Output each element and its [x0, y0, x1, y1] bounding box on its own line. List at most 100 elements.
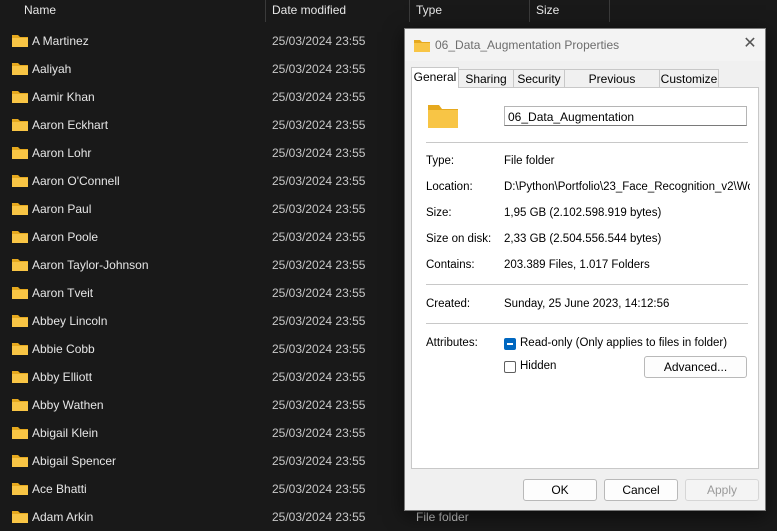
list-item-name: Aaron Poole — [32, 230, 99, 244]
column-header-type[interactable]: Type — [416, 3, 442, 17]
tab-sharing[interactable]: Sharing — [458, 69, 514, 88]
folder-icon — [12, 371, 28, 383]
apply-button[interactable]: Apply — [685, 479, 759, 501]
folder-icon — [12, 63, 28, 75]
folder-icon — [12, 147, 28, 159]
hidden-checkbox[interactable] — [504, 361, 516, 373]
list-item-type: File folder — [416, 510, 469, 524]
location-value: D:\Python\Portfolio\23_Face_Recognition_… — [504, 181, 750, 193]
list-item-name: Abbey Lincoln — [32, 314, 108, 328]
advanced-button[interactable]: Advanced... — [644, 356, 747, 378]
list-item-date: 25/03/2024 23:55 — [272, 342, 366, 356]
folder-icon — [12, 203, 28, 215]
folder-large-icon — [428, 105, 458, 128]
list-item-name: Ace Bhatti — [32, 482, 87, 496]
column-header-name[interactable]: Name — [24, 3, 56, 17]
list-item-date: 25/03/2024 23:55 — [272, 62, 366, 76]
folder-icon — [12, 231, 28, 243]
list-item-date: 25/03/2024 23:55 — [272, 202, 366, 216]
close-icon[interactable]: ✕ — [740, 34, 760, 54]
folder-icon — [12, 287, 28, 299]
list-item-name: Aaron Taylor-Johnson — [32, 258, 149, 272]
list-item-name: Aaron Lohr — [32, 146, 92, 160]
list-item-date: 25/03/2024 23:55 — [272, 146, 366, 160]
size-on-disk-label: Size on disk: — [426, 233, 492, 245]
column-divider[interactable] — [265, 0, 266, 22]
tab-strip: General Sharing Security Previous Versio… — [411, 67, 761, 104]
folder-icon — [12, 427, 28, 439]
created-label: Created: — [426, 298, 471, 310]
divider — [426, 323, 748, 324]
list-item-name: Abby Wathen — [32, 398, 104, 412]
general-panel: 06_Data_Augmentation Type: File folder L… — [411, 87, 759, 469]
folder-icon — [12, 119, 28, 131]
list-item-date: 25/03/2024 23:55 — [272, 398, 366, 412]
folder-icon — [12, 35, 28, 47]
folder-icon — [12, 91, 28, 103]
contains-label: Contains: — [426, 259, 475, 271]
tab-previous-versions[interactable]: Previous Versions — [564, 69, 660, 104]
size-value: 1,95 GB (2.102.598.919 bytes) — [504, 207, 662, 219]
location-label: Location: — [426, 181, 473, 193]
properties-dialog: 06_Data_Augmentation Properties ✕ Genera… — [404, 28, 766, 511]
list-item-date: 25/03/2024 23:55 — [272, 286, 366, 300]
column-divider[interactable] — [609, 0, 610, 22]
list-item-date: 25/03/2024 23:55 — [272, 510, 366, 524]
folder-name-field[interactable]: 06_Data_Augmentation — [504, 106, 747, 126]
type-value: File folder — [504, 155, 555, 167]
tab-general[interactable]: General — [411, 67, 459, 88]
column-divider[interactable] — [529, 0, 530, 22]
folder-icon — [12, 315, 28, 327]
folder-icon — [12, 259, 28, 271]
folder-icon — [12, 483, 28, 495]
list-item-date: 25/03/2024 23:55 — [272, 34, 366, 48]
column-header-bar: Name Date modified Type Size — [0, 0, 777, 22]
list-item-date: 25/03/2024 23:55 — [272, 370, 366, 384]
list-item-name: Abbie Cobb — [32, 342, 95, 356]
list-item-name: Aaron O'Connell — [32, 174, 120, 188]
column-divider[interactable] — [409, 0, 410, 22]
list-item-date: 25/03/2024 23:55 — [272, 258, 366, 272]
list-item-date: 25/03/2024 23:55 — [272, 426, 366, 440]
type-label: Type: — [426, 155, 455, 167]
list-item-date: 25/03/2024 23:55 — [272, 314, 366, 328]
list-item-name: A Martinez — [32, 34, 89, 48]
folder-icon — [12, 511, 28, 523]
tab-security[interactable]: Security — [513, 69, 565, 88]
folder-icon — [12, 343, 28, 355]
list-item-name: Abigail Klein — [32, 426, 99, 440]
folder-icon — [414, 40, 430, 52]
list-item-date: 25/03/2024 23:55 — [272, 230, 366, 244]
list-item-name: Abigail Spencer — [32, 454, 117, 468]
list-item-date: 25/03/2024 23:55 — [272, 454, 366, 468]
folder-icon — [12, 455, 28, 467]
list-item-date: 25/03/2024 23:55 — [272, 174, 366, 188]
list-item-name: Aaron Tveit — [32, 286, 94, 300]
list-item-name: Aaron Paul — [32, 202, 92, 216]
list-item-name: Aaron Eckhart — [32, 118, 109, 132]
list-item-name: Adam Arkin — [32, 510, 94, 524]
readonly-label[interactable]: Read-only (Only applies to files in fold… — [520, 337, 727, 349]
column-header-date[interactable]: Date modified — [272, 3, 346, 17]
contains-value: 203.389 Files, 1.017 Folders — [504, 259, 650, 271]
hidden-label[interactable]: Hidden — [520, 360, 556, 372]
list-item-name: Abby Elliott — [32, 370, 93, 384]
cancel-button[interactable]: Cancel — [604, 479, 678, 501]
list-item-date: 25/03/2024 23:55 — [272, 118, 366, 132]
ok-button[interactable]: OK — [523, 479, 597, 501]
attributes-label: Attributes: — [426, 337, 478, 349]
list-item-name: Aamir Khan — [32, 90, 95, 104]
column-header-size[interactable]: Size — [536, 3, 559, 17]
list-item-date: 25/03/2024 23:55 — [272, 482, 366, 496]
dialog-title: 06_Data_Augmentation Properties — [435, 38, 620, 52]
list-item-name: Aaliyah — [32, 62, 72, 76]
folder-icon — [12, 399, 28, 411]
size-on-disk-value: 2,33 GB (2.504.556.544 bytes) — [504, 233, 662, 245]
created-value: Sunday, 25 June 2023, 14:12:56 — [504, 298, 670, 310]
readonly-checkbox[interactable] — [504, 338, 516, 350]
folder-icon — [12, 175, 28, 187]
divider — [426, 284, 748, 285]
tab-customize[interactable]: Customize — [659, 69, 719, 88]
divider — [426, 142, 748, 143]
dialog-titlebar[interactable]: 06_Data_Augmentation Properties ✕ — [405, 29, 765, 61]
